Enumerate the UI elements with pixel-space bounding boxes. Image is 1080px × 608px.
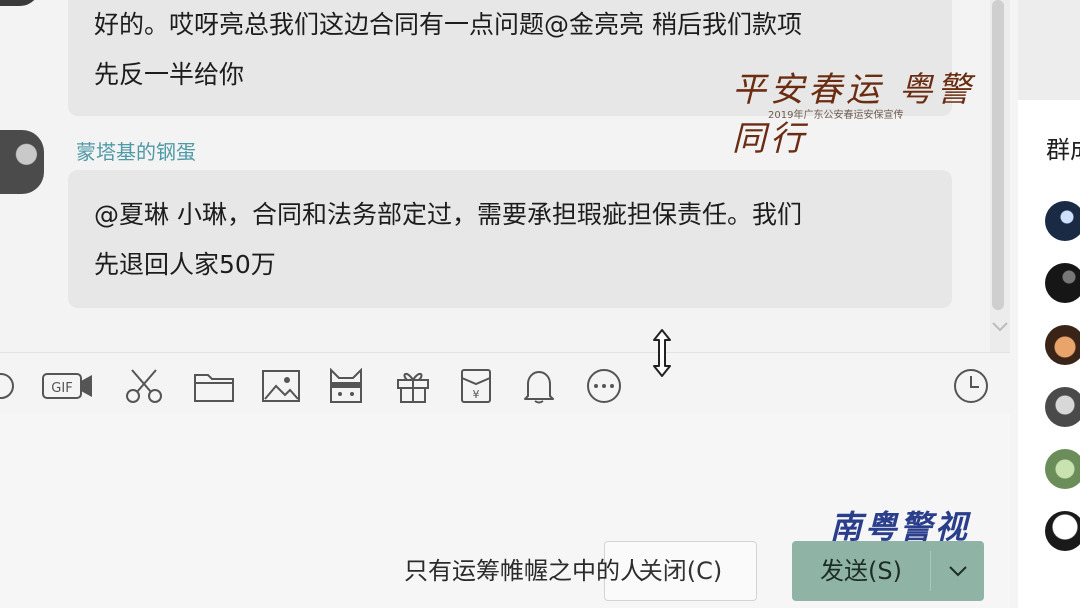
sidebar-header-area	[1018, 0, 1080, 100]
more-icon[interactable]	[585, 368, 623, 404]
gif-label: GIF	[51, 381, 72, 396]
screenshot-icon[interactable]	[327, 368, 365, 404]
scrollbar[interactable]	[990, 0, 1010, 352]
chevron-down-icon[interactable]	[931, 541, 984, 601]
sender-name[interactable]: 蒙塔基的钢蛋	[76, 136, 196, 165]
input-toolbar: GIF ¥	[0, 360, 1010, 414]
member-avatar[interactable]	[1045, 449, 1080, 489]
sidebar-title: 群成员	[1046, 136, 1080, 164]
input-divider	[0, 352, 1010, 353]
avatar[interactable]	[0, 0, 40, 6]
message-bubble[interactable]: @夏琳 小琳，合同和法务部定过，需要承担瑕疵担保责任。我们 先退回人家50万	[68, 170, 952, 308]
scroll-thumb[interactable]	[992, 0, 1004, 310]
history-clock-icon[interactable]	[952, 368, 990, 404]
folder-icon[interactable]	[193, 368, 235, 404]
message-text-line: 先退回人家50万	[94, 250, 276, 279]
emoji-icon[interactable]	[0, 368, 16, 404]
gif-icon[interactable]: GIF	[42, 368, 94, 404]
chat-message-area[interactable]: 好的。哎呀亮总我们这边合同有一点问题@金亮亮 稍后我们款项 先反一半给你 平安春…	[0, 0, 1010, 352]
video-subtitle: 只有运筹帷幄之中的人	[404, 557, 644, 585]
red-packet-icon[interactable]: ¥	[460, 368, 492, 404]
member-avatar[interactable]	[1045, 201, 1080, 241]
bell-icon[interactable]	[522, 368, 556, 404]
group-member-panel: 群成员	[1018, 0, 1080, 608]
watermark-subtitle: 2019年广东公安春运安保宣传	[768, 110, 904, 121]
send-button[interactable]: 发送(S)	[792, 541, 984, 601]
avatar[interactable]	[0, 130, 44, 194]
scissors-icon[interactable]	[124, 368, 164, 404]
message-text-line: 好的。哎呀亮总我们这边合同有一点问题@金亮亮 稍后我们款项	[94, 10, 802, 39]
member-avatar[interactable]	[1045, 511, 1080, 551]
svg-text:¥: ¥	[473, 388, 480, 401]
message-text-line: @夏琳 小琳，合同和法务部定过，需要承担瑕疵担保责任。我们	[94, 200, 802, 229]
scroll-down-icon[interactable]	[990, 318, 1010, 338]
gift-icon[interactable]	[395, 368, 431, 404]
member-avatar[interactable]	[1045, 325, 1080, 365]
image-icon[interactable]	[261, 368, 301, 404]
send-button-label[interactable]: 发送(S)	[792, 541, 930, 601]
member-avatar[interactable]	[1045, 387, 1080, 427]
member-avatar[interactable]	[1045, 263, 1080, 303]
